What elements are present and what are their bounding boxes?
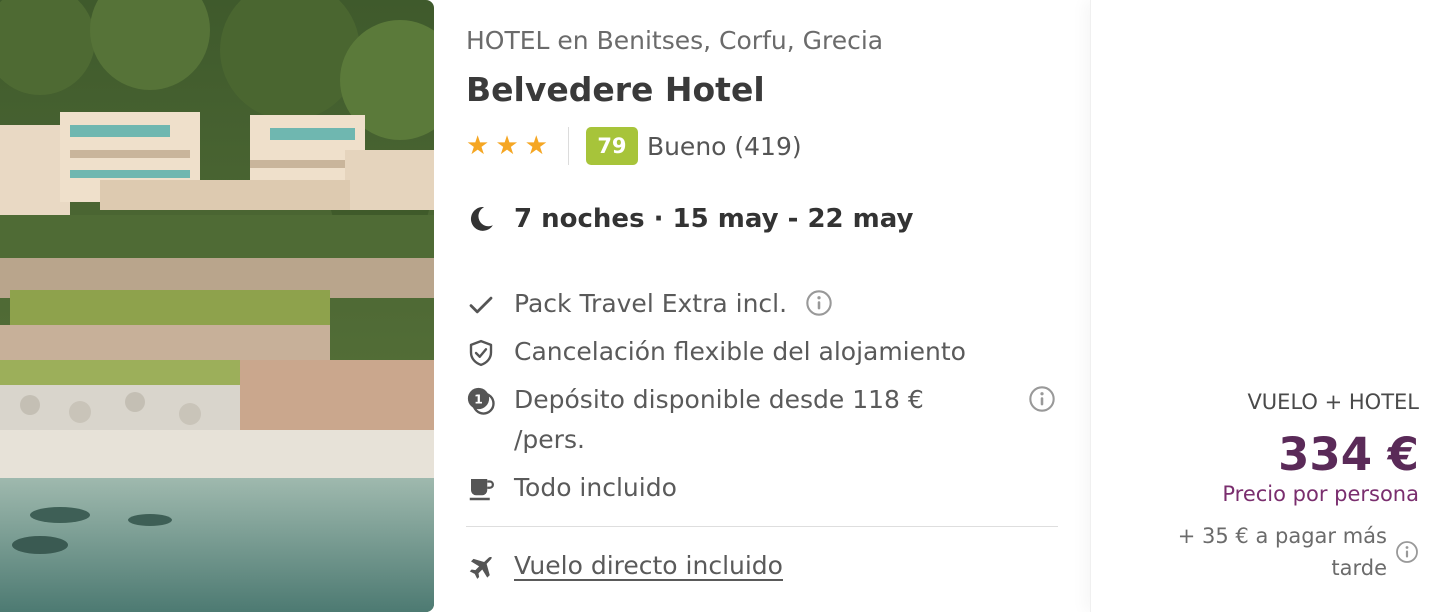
info-icon[interactable] xyxy=(1028,385,1056,413)
svg-text:1: 1 xyxy=(474,392,483,407)
hotel-result-card[interactable]: HOTEL en Benitses, Corfu, Grecia Belvede… xyxy=(0,0,1090,612)
star-icon: ★ xyxy=(524,131,548,161)
price-panel[interactable]: VUELO + HOTEL 334 € Precio por persona +… xyxy=(1090,0,1444,612)
feature-travel-extra: Pack Travel Extra incl. xyxy=(466,288,787,324)
flight-link[interactable]: Vuelo directo incluido xyxy=(514,546,783,586)
price[interactable]: 334 € xyxy=(1278,428,1419,481)
section-divider xyxy=(466,526,1058,527)
price-per-person: Precio por persona xyxy=(1222,482,1419,506)
stay-dates: 7 noches · 15 may - 22 may xyxy=(466,204,913,234)
info-icon[interactable] xyxy=(1395,540,1419,564)
feature-label: Cancelación flexible del alojamiento xyxy=(514,337,966,366)
feature-label: Pack Travel Extra incl. xyxy=(514,289,788,318)
rating-divider xyxy=(567,127,569,165)
feature-all-inclusive: Todo incluido xyxy=(466,472,677,508)
package-type: VUELO + HOTEL xyxy=(1247,390,1419,414)
airplane-icon xyxy=(469,556,493,579)
hotel-location: HOTEL en Benitses, Corfu, Grecia xyxy=(466,26,884,55)
coffee-cup-icon xyxy=(469,479,494,501)
star-icon: ★ xyxy=(495,131,519,161)
moon-icon xyxy=(470,207,493,231)
feature-cancellation: Cancelación flexible del alojamiento xyxy=(466,336,966,372)
stay-dates-text: 7 noches · 15 may - 22 may xyxy=(514,204,914,234)
flight-row: Vuelo directo incluido xyxy=(466,550,783,586)
deposit-coins-icon: 1 xyxy=(467,387,495,415)
rating-row: ★ ★ ★ 79 Bueno (419) xyxy=(466,126,802,166)
feature-label: Depósito disponible desde 118 € /pers. xyxy=(514,385,924,454)
hotel-photo[interactable] xyxy=(0,0,434,612)
hotel-name[interactable]: Belvedere Hotel xyxy=(466,70,765,109)
rating-label[interactable]: Bueno (419) xyxy=(647,132,802,161)
feature-label: Todo incluido xyxy=(514,473,677,502)
feature-deposit: 1 Depósito disponible desde 118 € /pers. xyxy=(466,384,946,460)
hotel-info: HOTEL en Benitses, Corfu, Grecia Belvede… xyxy=(466,0,1066,612)
star-rating: ★ ★ ★ xyxy=(466,133,548,159)
star-icon: ★ xyxy=(466,131,490,161)
score-badge: 79 xyxy=(585,127,638,165)
extra-cost-note: + 35 € a pagar más tarde xyxy=(1177,524,1387,580)
shield-check-icon xyxy=(469,339,493,367)
info-icon[interactable] xyxy=(805,289,833,317)
check-icon xyxy=(469,296,493,314)
